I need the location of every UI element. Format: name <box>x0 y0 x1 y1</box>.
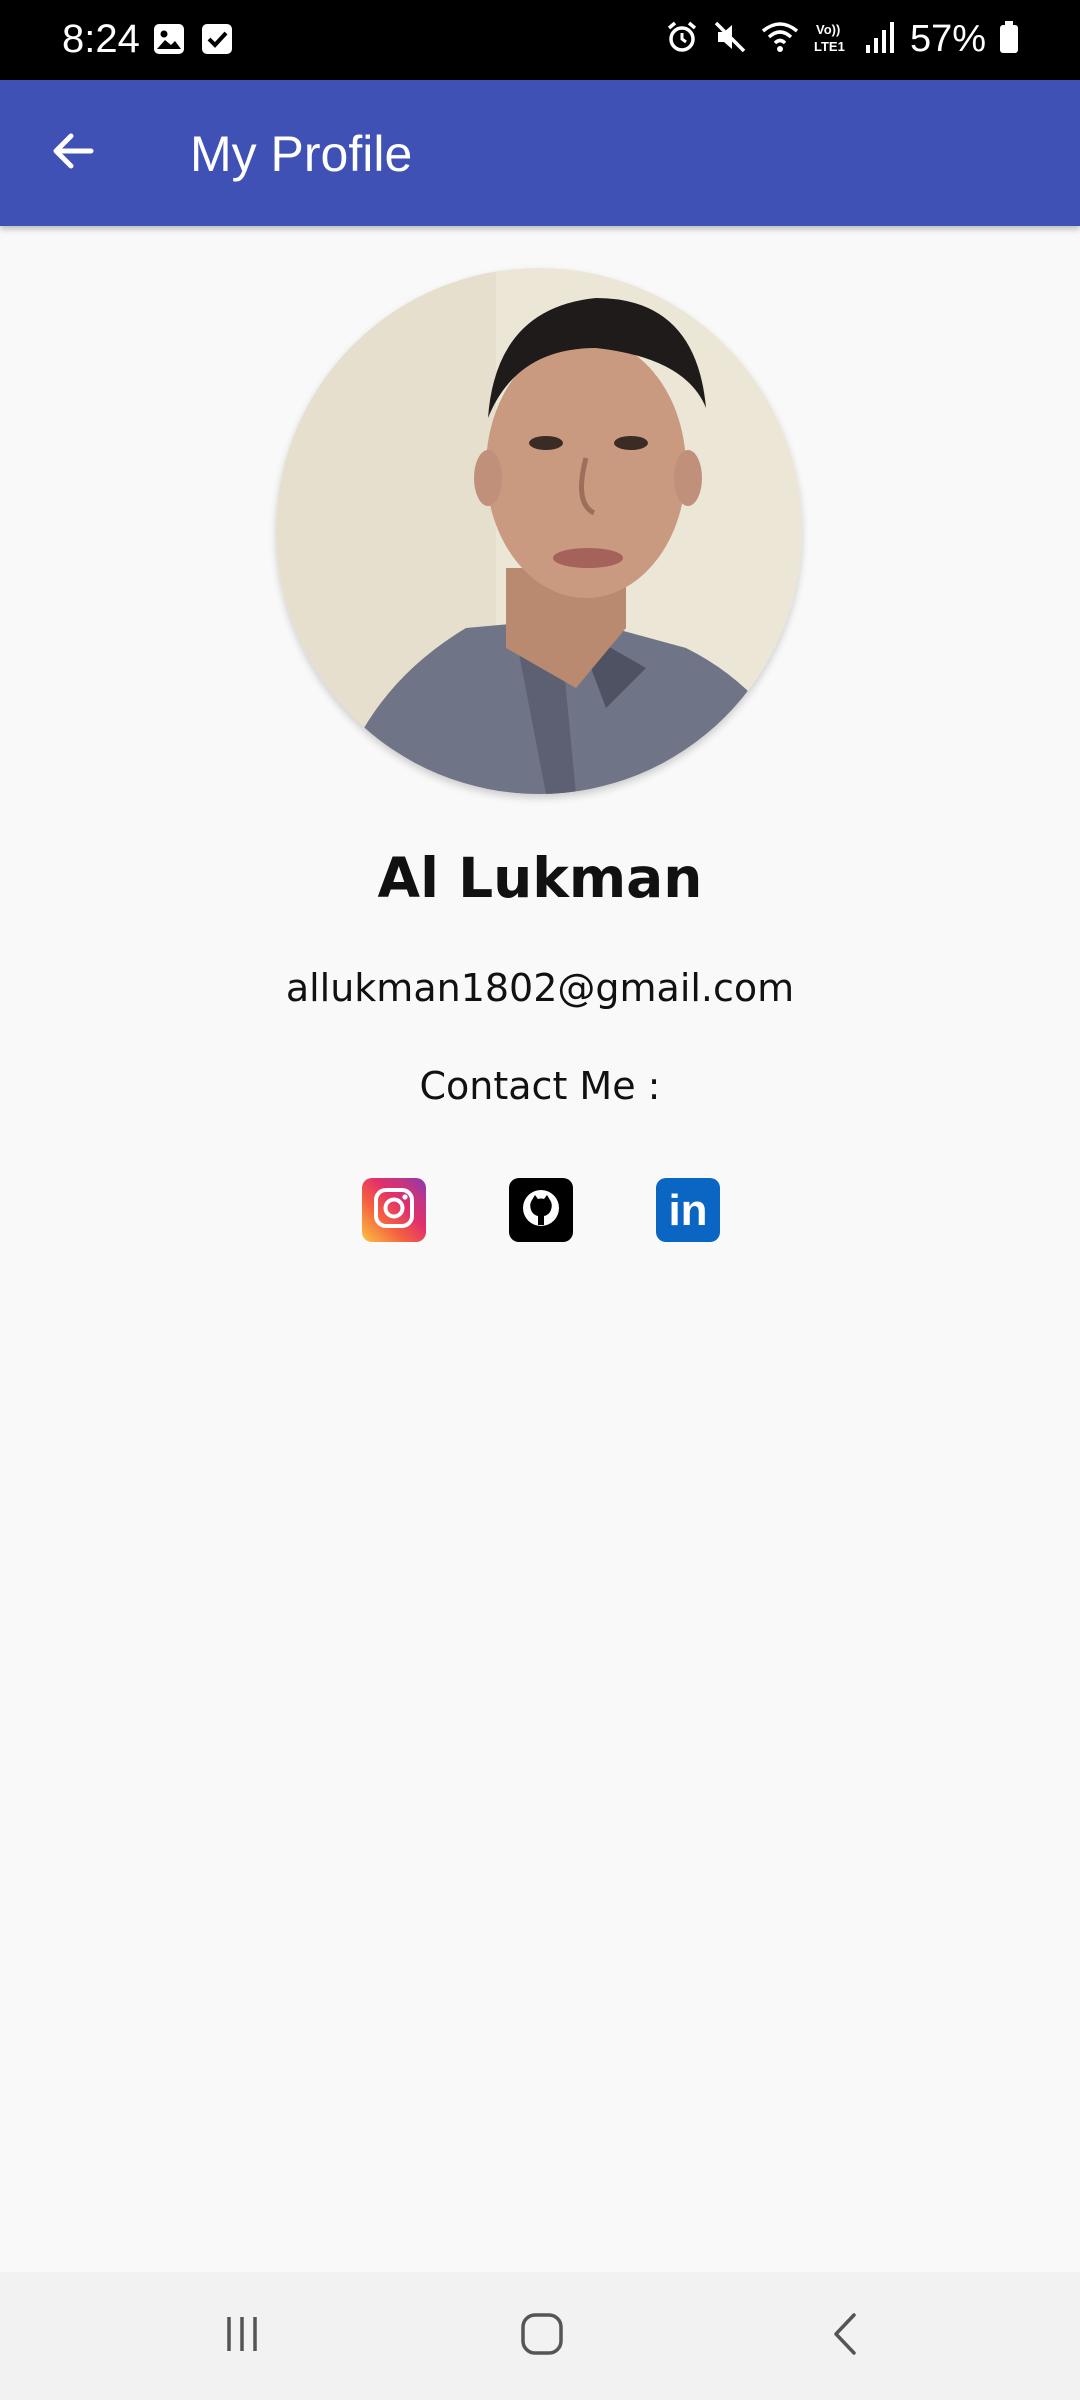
github-icon <box>518 1185 564 1235</box>
svg-text:LTE1: LTE1 <box>814 39 845 54</box>
status-left-icons <box>152 22 234 60</box>
checkbox-icon <box>200 22 234 60</box>
gallery-icon <box>152 22 186 60</box>
profile-screen: 8:24 Vo)) LTE1 57% My Profile Al Lukman … <box>0 0 1080 2400</box>
system-back-button[interactable] <box>806 2296 886 2376</box>
home-icon <box>517 2309 567 2363</box>
social-links: in <box>0 1178 1080 1242</box>
github-button[interactable] <box>509 1178 573 1242</box>
app-bar: My Profile <box>0 80 1080 226</box>
alarm-icon <box>664 19 700 59</box>
contact-label: Contact Me : <box>419 1064 661 1108</box>
linkedin-button[interactable]: in <box>656 1178 720 1242</box>
home-button[interactable] <box>502 2296 582 2376</box>
system-nav-bar <box>0 2272 1080 2400</box>
svg-text:Vo)): Vo)) <box>816 22 840 37</box>
recent-apps-button[interactable] <box>202 2296 282 2376</box>
battery-percent: 57% <box>909 18 986 60</box>
linkedin-icon: in <box>668 1186 708 1235</box>
page-title: My Profile <box>190 126 413 182</box>
wifi-icon <box>760 19 800 59</box>
instagram-button[interactable] <box>362 1178 426 1242</box>
status-bar: 8:24 Vo)) LTE1 57% <box>0 0 1080 80</box>
status-time: 8:24 <box>62 17 140 61</box>
status-right-icons: Vo)) LTE1 57% <box>664 14 1020 64</box>
volte-icon: Vo)) LTE1 <box>812 19 852 59</box>
back-button[interactable] <box>40 120 106 186</box>
signal-icon <box>864 19 898 59</box>
arrow-left-icon <box>49 127 97 179</box>
instagram-icon <box>371 1185 417 1235</box>
back-icon <box>821 2309 871 2363</box>
profile-name: Al Lukman <box>377 846 703 910</box>
mute-icon <box>712 19 748 59</box>
profile-email: allukman1802@gmail.com <box>285 966 795 1010</box>
recent-apps-icon <box>217 2309 267 2363</box>
avatar <box>276 268 802 794</box>
battery-icon <box>998 19 1020 59</box>
